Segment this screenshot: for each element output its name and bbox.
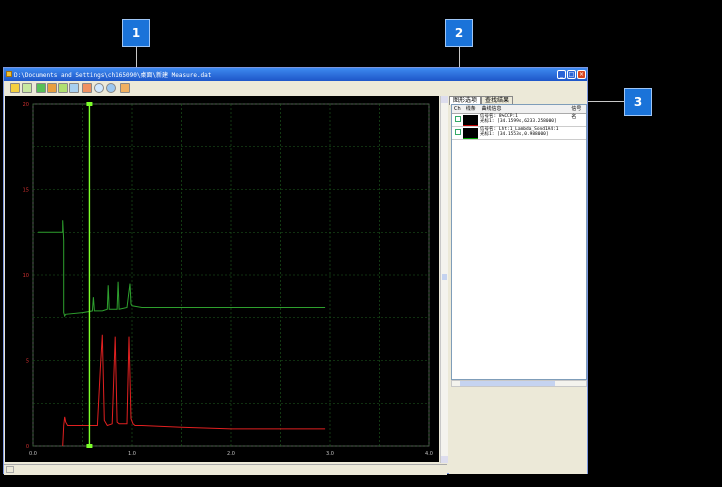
x-tick-label: 4.0: [425, 451, 433, 457]
curve-info: 信号名: Lht:1_Lambda_Sond1A4:1 光标1: [34.155…: [480, 127, 559, 137]
minimize-button[interactable]: _: [557, 70, 566, 79]
list-header: Ch 线条 曲线信息 信号名: [452, 105, 586, 120]
maximize-button[interactable]: □: [567, 70, 576, 79]
y-tick-label: 20: [23, 102, 29, 108]
hscroll-thumb[interactable]: [460, 381, 555, 386]
toolbar: [4, 82, 587, 95]
chart-vertical-scrollbar[interactable]: [440, 96, 448, 463]
play-pause-icon[interactable]: [10, 83, 20, 93]
chart-svg: 0.0 1.0 2.0 3.0 4.0 0 5 10 15 20: [23, 102, 433, 457]
lock-icon[interactable]: [47, 83, 57, 93]
step-forward-icon[interactable]: [22, 83, 32, 93]
right-panel: 图形选项 查找结果 Ch 线条 曲线信息 信号名 信号名: 8%CCP:1 光标…: [449, 96, 587, 474]
callout-3: 3: [624, 88, 652, 116]
col-channel[interactable]: Ch: [452, 105, 464, 113]
app-window: D:\Documents and Settings\ch165090\桌面\新建…: [3, 67, 588, 475]
zoom-in-icon[interactable]: [94, 83, 104, 93]
row-checkbox[interactable]: [455, 129, 461, 135]
cursor-handle-bottom: [86, 444, 93, 448]
measurement-chart[interactable]: 0.0 1.0 2.0 3.0 4.0 0 5 10 15 20: [5, 96, 439, 462]
list-horizontal-scrollbar[interactable]: [451, 380, 587, 387]
cursor-value-text: 光标1: [34.1553s,0.988000]: [480, 132, 549, 137]
col-signal-name[interactable]: 信号名: [569, 105, 586, 120]
x-tick-label: 1.0: [128, 451, 136, 457]
row-checkbox[interactable]: [455, 116, 461, 122]
app-icon: [6, 71, 12, 77]
scroll-up-arrow[interactable]: [441, 96, 448, 103]
list-item[interactable]: 信号名: 8%CCP:1 光标1: [34.1599s,6233.258000]: [452, 114, 586, 127]
line-swatch: [463, 115, 478, 126]
cursor-value-text: 光标1: [34.1599s,6233.258000]: [480, 119, 557, 124]
y-tick-label: 0: [26, 444, 29, 450]
list-item[interactable]: 信号名: Lht:1_Lambda_Sond1A4:1 光标1: [34.155…: [452, 127, 586, 140]
col-line[interactable]: 线条: [464, 105, 480, 113]
zoom-out-icon[interactable]: [106, 83, 116, 93]
curve-list: Ch 线条 曲线信息 信号名 信号名: 8%CCP:1 光标1: [34.159…: [451, 104, 587, 380]
y-tick-label: 10: [23, 273, 29, 279]
cross-cursor-icon[interactable]: [82, 83, 92, 93]
curve-info: 信号名: 8%CCP:1 光标1: [34.1599s,6233.258000]: [480, 114, 557, 124]
x-tick-label: 3.0: [326, 451, 334, 457]
close-button[interactable]: ×: [577, 70, 586, 79]
callout-1: 1: [122, 19, 150, 47]
y-tick-label: 5: [26, 359, 29, 365]
status-field: [6, 466, 14, 473]
window-title: D:\Documents and Settings\ch165090\桌面\新建…: [14, 72, 212, 79]
status-bar: [4, 464, 447, 475]
cursor-handle-top: [86, 102, 93, 106]
panel-tabs: 图形选项 查找结果: [449, 96, 514, 105]
callout-2: 2: [445, 19, 473, 47]
x-tick-label: 0.0: [29, 451, 37, 457]
line-swatch: [463, 128, 478, 139]
scroll-down-arrow[interactable]: [441, 456, 448, 463]
scroll-thumb[interactable]: [442, 274, 447, 280]
grid-icon[interactable]: [58, 83, 68, 93]
col-curve-info[interactable]: 曲线信息: [479, 105, 569, 113]
fit-icon[interactable]: [69, 83, 79, 93]
title-bar: D:\Documents and Settings\ch165090\桌面\新建…: [4, 68, 587, 81]
arrow-left-icon[interactable]: [36, 83, 46, 93]
y-tick-label: 15: [23, 188, 29, 194]
x-tick-label: 2.0: [227, 451, 235, 457]
wave-icon[interactable]: [120, 83, 130, 93]
